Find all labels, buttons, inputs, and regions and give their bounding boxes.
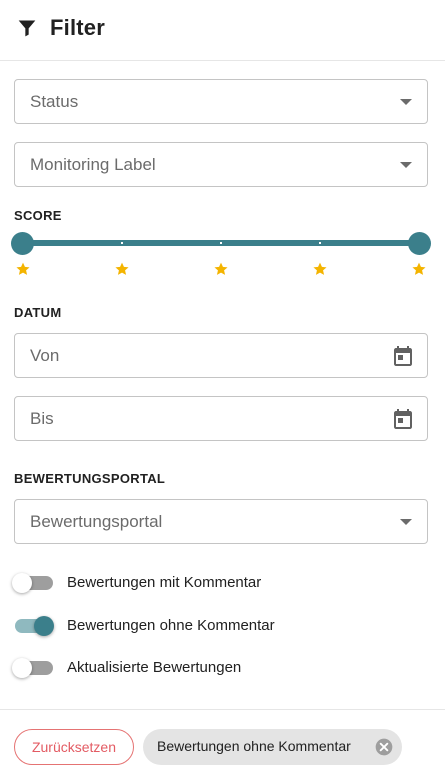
calendar-icon[interactable] (391, 407, 415, 431)
date-to-placeholder: Bis (30, 409, 54, 428)
close-icon[interactable] (374, 737, 394, 757)
toggle-row-updated: Aktualisierte Bewertungen (12, 656, 432, 680)
star-icon (115, 262, 129, 275)
star-icon (412, 262, 426, 275)
star-icon (16, 262, 30, 275)
monitoring-label-select[interactable]: Monitoring Label (14, 142, 428, 187)
calendar-icon[interactable] (391, 344, 415, 368)
status-select[interactable]: Status (14, 79, 428, 124)
page-title: Filter (50, 15, 105, 40)
chevron-down-icon (400, 519, 412, 525)
score-slider-tick (121, 242, 123, 244)
score-section-label: SCORE (14, 208, 62, 223)
chevron-down-icon (400, 99, 412, 105)
active-filter-chip[interactable]: Bewertungen ohne Kommentar (143, 729, 402, 765)
filter-icon (18, 20, 36, 37)
toggle-row-without-comment: Bewertungen ohne Kommentar (12, 614, 432, 638)
without-comment-label: Bewertungen ohne Kommentar (67, 617, 275, 634)
without-comment-toggle[interactable] (12, 614, 54, 638)
with-comment-label: Bewertungen mit Kommentar (67, 574, 262, 591)
toggle-knob (12, 573, 32, 593)
with-comment-toggle[interactable] (12, 571, 54, 595)
updated-reviews-toggle[interactable] (12, 656, 54, 680)
chip-label: Bewertungen ohne Kommentar (157, 738, 351, 754)
reset-button[interactable]: Zurücksetzen (14, 729, 134, 765)
date-from-placeholder: Von (30, 346, 60, 365)
score-slider-max-handle[interactable] (408, 232, 431, 255)
toggle-row-with-comment: Bewertungen mit Kommentar (12, 571, 432, 595)
filter-footer: Zurücksetzen Bewertungen ohne Kommentar (0, 709, 445, 775)
portal-section-label: BEWERTUNGSPORTAL (14, 471, 166, 486)
score-slider-min-handle[interactable] (11, 232, 34, 255)
portal-select[interactable]: Bewertungsportal (14, 499, 428, 544)
filter-header: Filter (0, 0, 445, 61)
chevron-down-icon (400, 162, 412, 168)
star-icon (214, 262, 228, 275)
monitoring-label-placeholder: Monitoring Label (30, 155, 156, 174)
updated-reviews-label: Aktualisierte Bewertungen (67, 659, 242, 676)
date-from-input[interactable]: Von (14, 333, 428, 378)
date-to-input[interactable]: Bis (14, 396, 428, 441)
toggle-knob (34, 616, 54, 636)
star-icon (313, 262, 327, 275)
toggle-knob (12, 658, 32, 678)
portal-placeholder: Bewertungsportal (30, 512, 163, 531)
status-placeholder: Status (30, 92, 79, 111)
score-slider-tick (220, 242, 222, 244)
score-slider-tick (319, 242, 321, 244)
date-section-label: DATUM (14, 305, 62, 320)
